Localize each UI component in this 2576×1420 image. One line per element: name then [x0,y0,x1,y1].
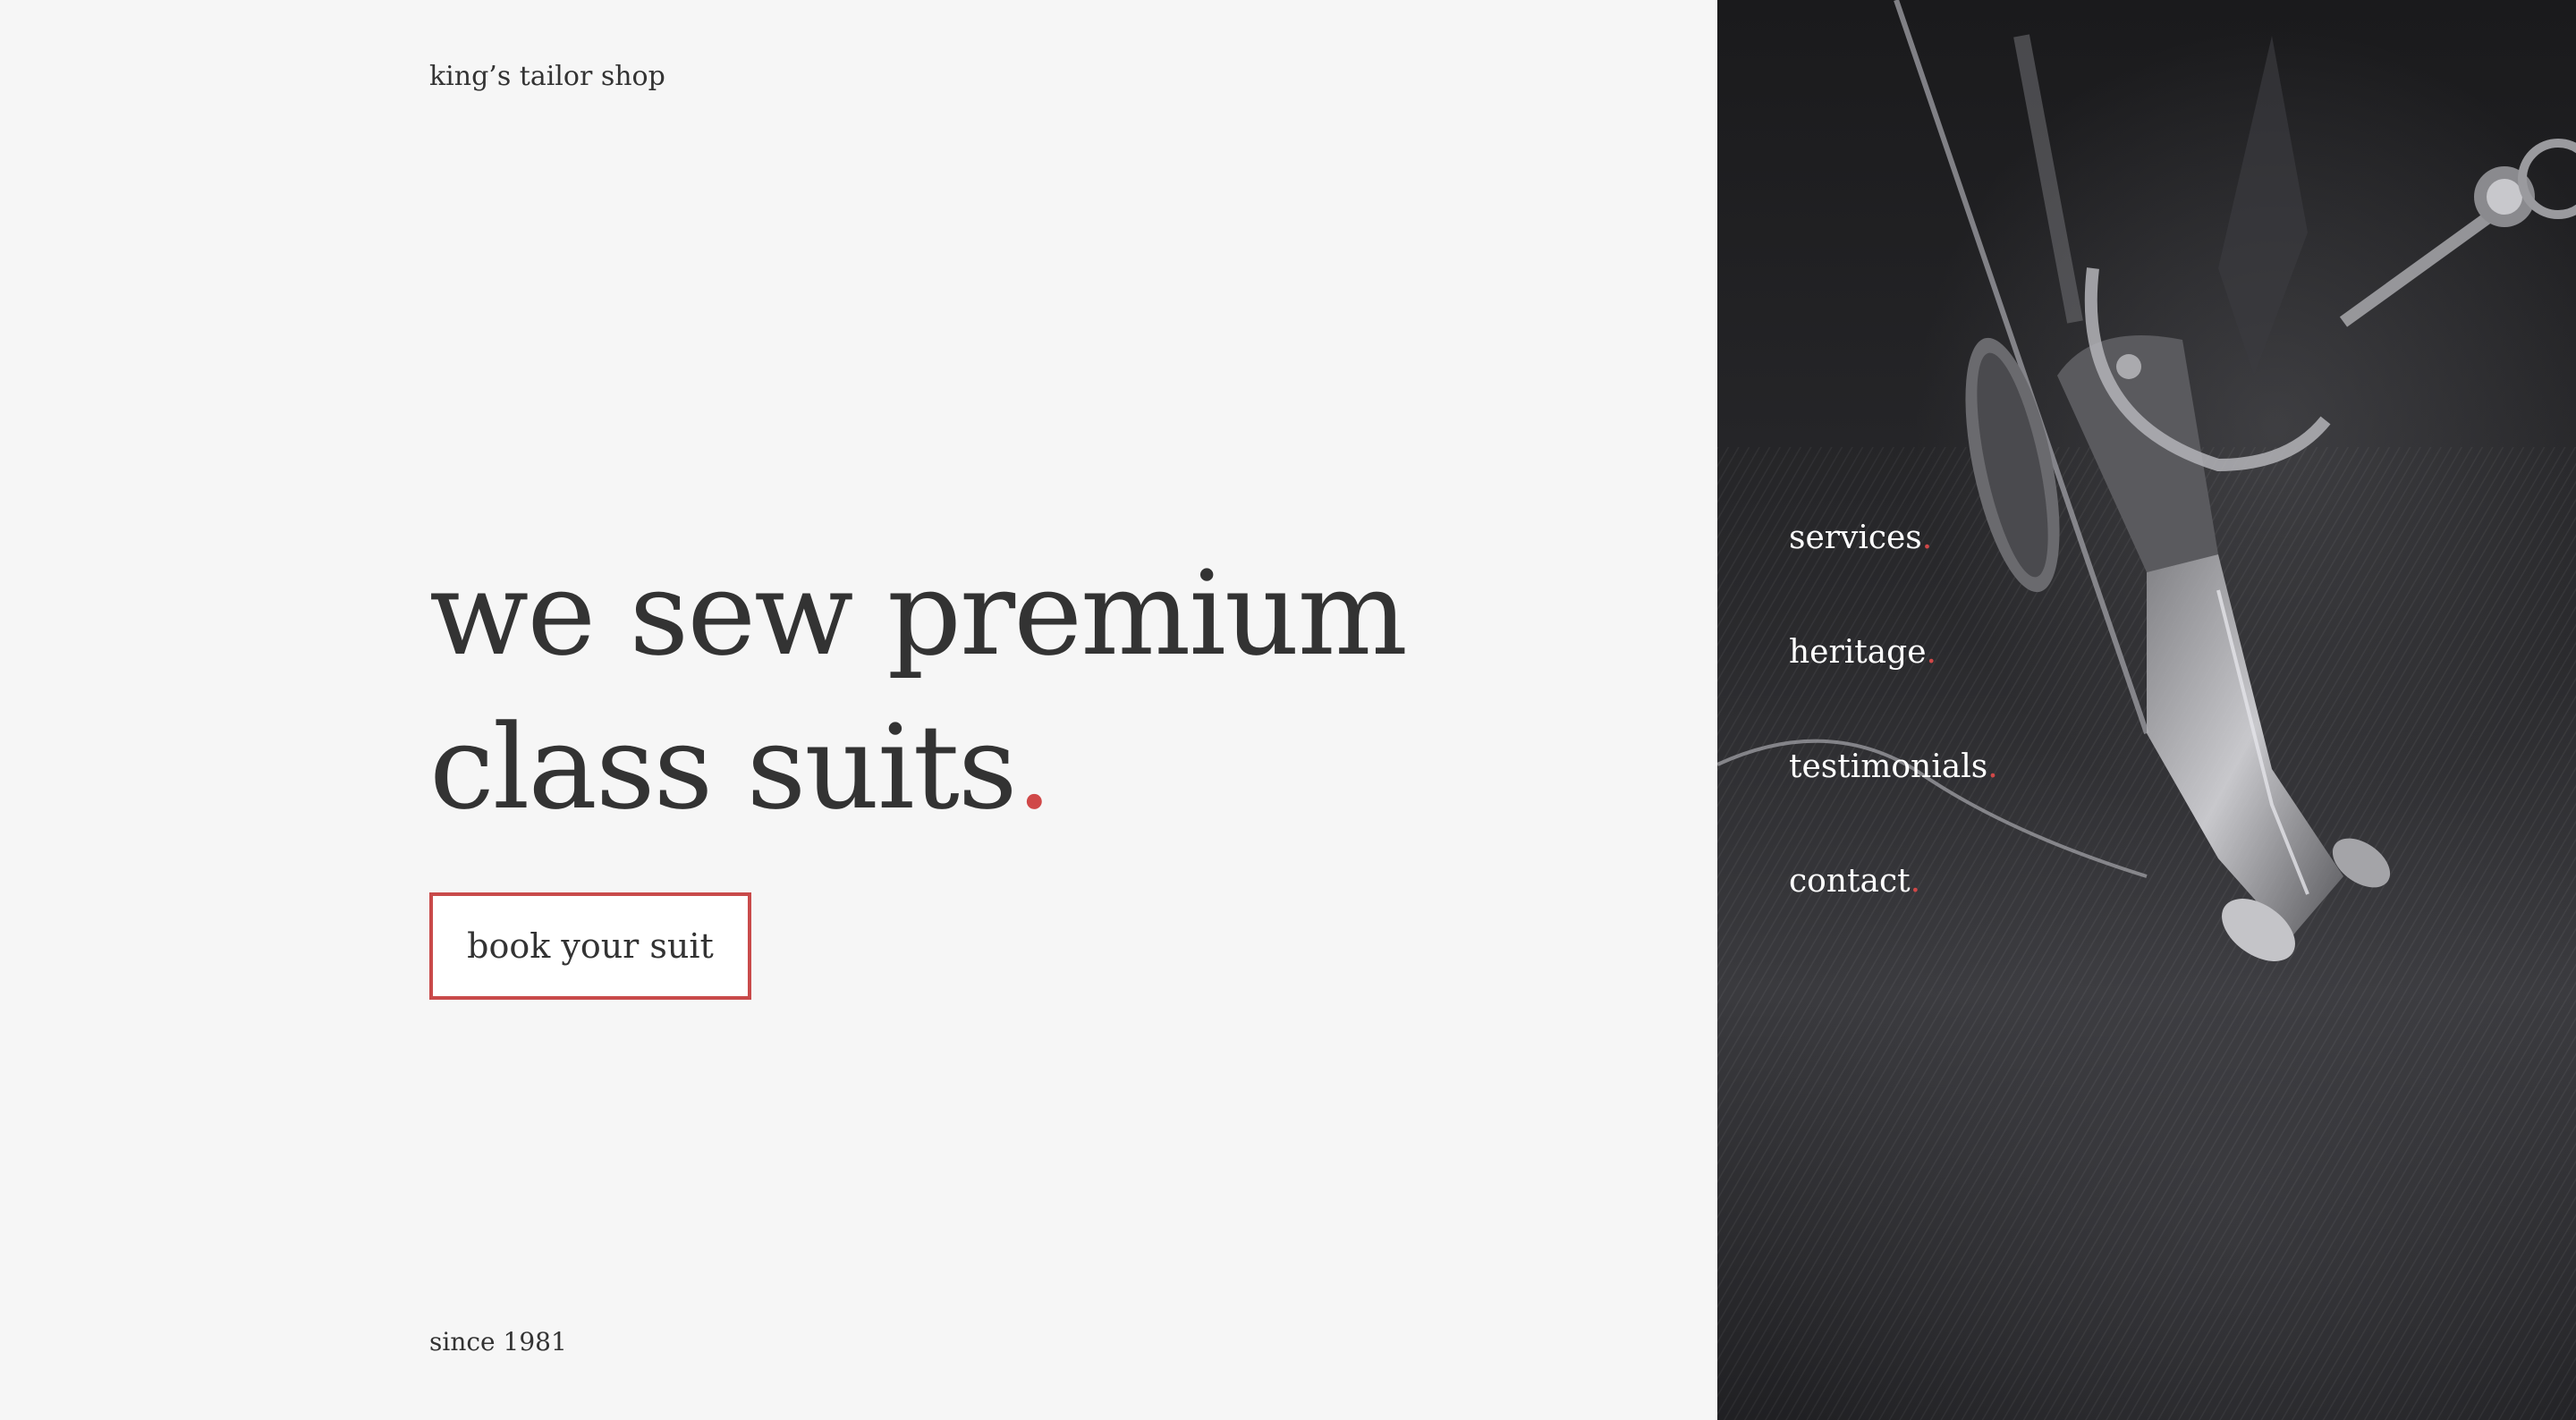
nav-item-contact-label: contact [1789,863,1911,900]
hero-line-2: class suits. [429,690,1406,844]
nav-item-contact[interactable]: contact. [1789,853,1998,968]
nav-item-heritage-label: heritage [1789,634,1927,671]
nav-item-services-label: services [1789,520,1922,556]
nav-item-testimonials-dot: . [1987,748,1998,785]
hero-image-panel: services. heritage. testimonials. contac… [1717,0,2576,1420]
nav-item-heritage-dot: . [1926,634,1936,671]
nav-item-services[interactable]: services. [1789,510,1998,624]
nav-item-services-dot: . [1921,520,1933,556]
hero-line-1: we sew premium [429,545,1408,681]
hero-accent-dot: . [1015,699,1053,835]
left-panel: king’s tailor shop we sew premium class … [0,0,1717,1420]
main-nav: services. heritage. testimonials. contac… [1789,510,1998,968]
book-your-suit-button[interactable]: book your suit [429,892,751,1000]
brand-logo[interactable]: king’s tailor shop [429,61,665,92]
hero-heading: we sew premium class suits. [429,537,1408,844]
nav-item-contact-dot: . [1910,863,1921,900]
nav-item-heritage[interactable]: heritage. [1789,624,1998,739]
nav-item-testimonials-label: testimonials [1789,748,1988,785]
nav-item-testimonials[interactable]: testimonials. [1789,739,1998,853]
hero-line-2-text: class suits [429,699,1018,835]
since-label: since 1981 [429,1327,567,1357]
